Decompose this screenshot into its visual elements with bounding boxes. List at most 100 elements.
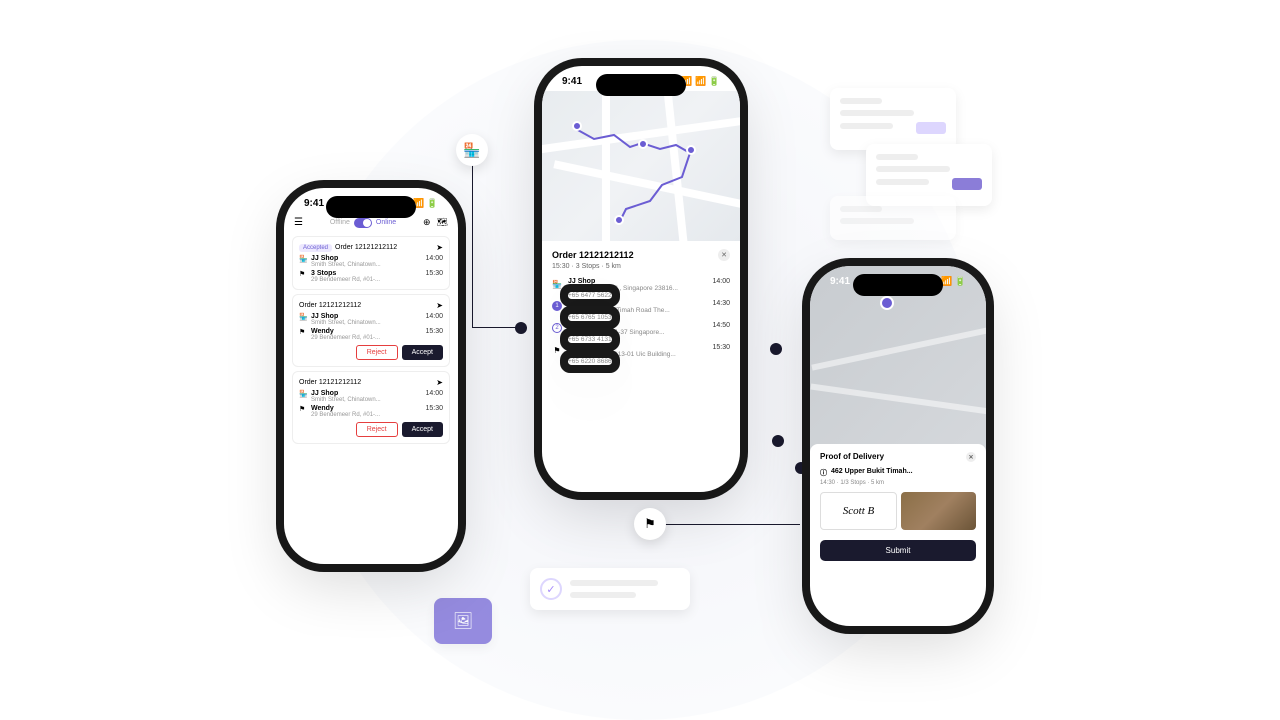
pickup-time: 14:00 bbox=[425, 313, 443, 320]
flag-icon: ⚑ bbox=[552, 345, 562, 355]
skeleton-card bbox=[830, 88, 956, 150]
connection-line bbox=[660, 524, 800, 525]
stop-name: Li Yi Ming bbox=[568, 300, 706, 307]
stop-time: 14:30 bbox=[712, 300, 730, 314]
pod-title: Proof of Delivery bbox=[820, 452, 884, 462]
signature-box[interactable]: Scott B bbox=[820, 492, 897, 530]
flag-icon: ⚑ bbox=[299, 328, 307, 336]
status-time: 9:41 bbox=[304, 198, 324, 209]
connection-node bbox=[772, 435, 784, 447]
stop-address: 8 Jalan Kukoh 01-37 Singapore... bbox=[568, 329, 706, 336]
store-icon: 🏪 bbox=[299, 313, 307, 321]
phone-notch bbox=[596, 74, 686, 96]
order-card[interactable]: Order 12121212112➤🏪JJ ShopSmith Street, … bbox=[292, 294, 450, 367]
navigate-icon[interactable]: ➤ bbox=[436, 243, 443, 252]
accepted-badge: Accepted bbox=[299, 244, 332, 252]
connection-node bbox=[795, 462, 807, 474]
connection-node bbox=[515, 322, 527, 334]
online-toggle[interactable] bbox=[354, 218, 372, 228]
image-tile: 🖼 bbox=[434, 598, 492, 644]
drop-time: 15:30 bbox=[425, 328, 443, 335]
order-number: Order 12121212112 bbox=[299, 379, 361, 386]
route-map[interactable] bbox=[542, 91, 740, 241]
accept-button[interactable]: Accept bbox=[402, 422, 443, 437]
store-icon: 🏪 bbox=[552, 279, 562, 289]
pickup-address: Smith Street, Chinatown... bbox=[311, 397, 421, 403]
close-button[interactable]: ✕ bbox=[966, 452, 976, 462]
route-stop[interactable]: 1Li Yi Ming462 Upper Bukit Timah Road Th… bbox=[552, 300, 730, 314]
route-stop[interactable]: ⚑ Chu Lin Min5 Shenton Way #13-01 Uic Bui… bbox=[552, 344, 730, 358]
map-pin bbox=[572, 121, 582, 131]
connection-line bbox=[472, 327, 520, 328]
navigate-icon[interactable]: ➤ bbox=[436, 301, 443, 310]
status-icons: 📶 📶 🔋 bbox=[681, 76, 720, 87]
status-time: 9:41 bbox=[830, 276, 850, 287]
route-line bbox=[542, 91, 740, 241]
navigate-icon[interactable]: ➤ bbox=[436, 378, 443, 387]
order-card[interactable]: AcceptedOrder 12121212112➤🏪JJ ShopSmith … bbox=[292, 236, 450, 290]
flag-icon: ⚑ bbox=[634, 508, 666, 540]
drop-name: Wendy bbox=[311, 405, 421, 412]
pickup-address: Smith Street, Chinatown... bbox=[311, 320, 421, 326]
stop-time: 14:00 bbox=[712, 278, 730, 292]
drop-name: Wendy bbox=[311, 328, 421, 335]
check-icon: ✓ bbox=[540, 578, 562, 600]
drop-address: 29 Bendemeer Rd, #01-... bbox=[311, 412, 421, 418]
route-stop[interactable]: 🏪 JJ Shop111 Somerset Rd., Singapore 2381… bbox=[552, 278, 730, 292]
stop-number: 2 bbox=[552, 323, 562, 333]
map-pin bbox=[614, 215, 624, 225]
pickup-time: 14:00 bbox=[425, 255, 443, 262]
map-icon[interactable]: 🗺 bbox=[437, 217, 448, 228]
menu-icon[interactable]: ☰ bbox=[294, 217, 303, 228]
drop-address: 29 Bendemeer Rd, #01-... bbox=[311, 335, 421, 341]
pickup-name: JJ Shop bbox=[311, 255, 421, 262]
phone-notch bbox=[853, 274, 943, 296]
stop-name: Fong Zi Yi bbox=[568, 322, 706, 329]
stop-phone: +65 6477 5622 bbox=[568, 292, 612, 299]
reject-button[interactable]: Reject bbox=[356, 422, 398, 437]
online-label: Online bbox=[376, 219, 396, 226]
delivery-photo[interactable] bbox=[901, 492, 976, 530]
pickup-name: JJ Shop bbox=[311, 390, 421, 397]
stop-number: 1 bbox=[552, 301, 562, 311]
order-meta: 15:30 · 3 Stops · 5 km bbox=[552, 263, 730, 270]
stop-name: JJ Shop bbox=[568, 278, 706, 285]
stop-address: 111 Somerset Rd., Singapore 23816... bbox=[568, 285, 706, 292]
pickup-time: 14:00 bbox=[425, 390, 443, 397]
drop-time: 15:30 bbox=[425, 405, 443, 412]
status-time: 9:41 bbox=[562, 76, 582, 87]
pickup-name: JJ Shop bbox=[311, 313, 421, 320]
current-location-pin bbox=[880, 296, 894, 310]
phone-proof-of-delivery: 9:41 📶 📶 🔋 Proof of Delivery ✕ ⓘ 462 Upp… bbox=[810, 266, 986, 626]
info-icon: ⓘ bbox=[820, 468, 827, 478]
flag-icon: ⚑ bbox=[299, 270, 307, 278]
submit-button[interactable]: Submit bbox=[820, 540, 976, 561]
order-card[interactable]: Order 12121212112 ➤ 🏪 JJ ShopSmith Street, … bbox=[292, 371, 450, 444]
order-title: Order 12121212112 bbox=[552, 250, 634, 260]
drop-time: 15:30 bbox=[425, 270, 443, 277]
drop-name: 3 Stops bbox=[311, 270, 421, 277]
connection-node bbox=[770, 343, 782, 355]
add-icon[interactable]: ⊕ bbox=[423, 217, 431, 228]
skeleton-card bbox=[830, 196, 956, 240]
order-number: Order 12121212112 bbox=[335, 244, 397, 251]
stop-address: 5 Shenton Way #13-01 Uic Building... bbox=[568, 351, 706, 358]
stop-phone: +65 6733 4131 bbox=[568, 336, 612, 343]
route-stop[interactable]: 2 Fong Zi Yi8 Jalan Kukoh 01-37 Singapore… bbox=[552, 322, 730, 336]
accept-button[interactable]: Accept bbox=[402, 345, 443, 360]
map-pin bbox=[686, 145, 696, 155]
stop-name: Chu Lin Min bbox=[568, 344, 706, 351]
reject-button[interactable]: Reject bbox=[356, 345, 398, 360]
phone-notch bbox=[326, 196, 416, 218]
connection-line bbox=[472, 164, 473, 328]
pod-meta: 14:30 · 1/3 Stops · 5 km bbox=[820, 480, 976, 486]
drop-address: 29 Bendemeer Rd, #01-... bbox=[311, 277, 421, 283]
close-button[interactable]: ✕ bbox=[718, 249, 730, 261]
store-icon: 🏪 bbox=[456, 134, 488, 166]
phone-orders-list: 9:41 📶 📶 🔋 ☰ Offline Online ⊕ 🗺 Accepted… bbox=[284, 188, 458, 564]
store-icon: 🏪 bbox=[299, 390, 307, 398]
pickup-address: Smith Street, Chinatown... bbox=[311, 262, 421, 268]
pod-address: 462 Upper Bukit Timah... bbox=[831, 468, 913, 478]
phone-route-detail: 9:41 📶 📶 🔋 Order 12121212112 ✕ 15:30 · 3… bbox=[542, 66, 740, 492]
flag-icon: ⚑ bbox=[299, 405, 307, 413]
